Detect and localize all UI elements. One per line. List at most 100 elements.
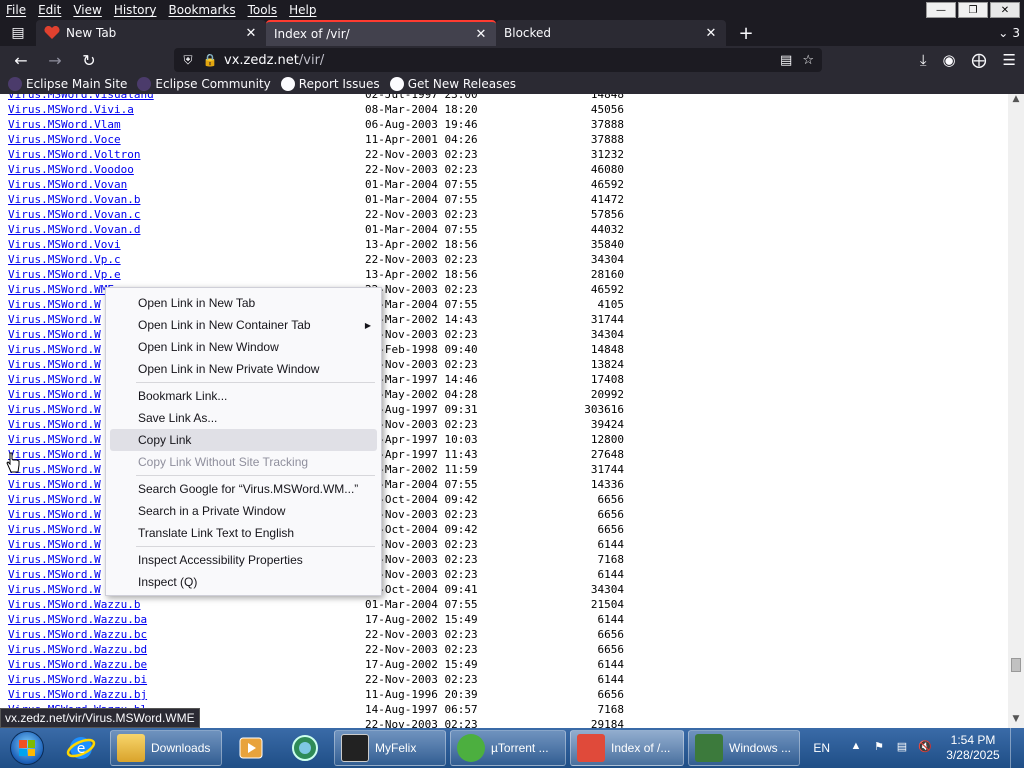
start-button[interactable]: [0, 728, 54, 768]
maximize-button[interactable]: ❐: [958, 2, 988, 18]
taskbar-item-windows[interactable]: Windows ...: [688, 730, 800, 766]
menu-search-google[interactable]: Search Google for “Virus.MSWord.WM...”: [106, 478, 381, 500]
vertical-scrollbar[interactable]: ▲ ▼: [1008, 94, 1024, 728]
url-bar[interactable]: ⛨ 🔒 vx.zedz.net/vir/ ▤ ☆: [174, 48, 822, 72]
file-link[interactable]: Virus.MSWord.Voltron: [8, 148, 140, 161]
menu-inspect-accessibility[interactable]: Inspect Accessibility Properties: [106, 549, 381, 571]
action-center-flag-icon[interactable]: ⚑: [871, 740, 887, 756]
file-link[interactable]: Virus.MSWord.Vovan.d: [8, 223, 140, 236]
file-link[interactable]: Virus.MSWord.W: [8, 508, 101, 521]
volume-muted-icon[interactable]: 🔇: [917, 740, 933, 756]
show-desktop-button[interactable]: [1010, 728, 1024, 768]
menu-copy-link[interactable]: Copy Link: [110, 429, 377, 451]
scroll-up-arrow-icon[interactable]: ▲: [1008, 94, 1024, 108]
forward-button[interactable]: →: [38, 46, 72, 74]
file-link[interactable]: Virus.MSWord.Vovan.c: [8, 208, 140, 221]
file-link[interactable]: Virus.MSWord.W: [8, 298, 101, 311]
file-link[interactable]: Virus.MSWord.W: [8, 343, 101, 356]
menu-bookmark-link[interactable]: Bookmark Link...: [106, 385, 381, 407]
file-link[interactable]: Virus.MSWord.Vp.e: [8, 268, 121, 281]
file-link[interactable]: Virus.MSWord.Wazzu.ba: [8, 613, 147, 626]
tab-close-icon[interactable]: ✕: [244, 26, 258, 41]
file-link[interactable]: Virus.MSWord.W: [8, 478, 101, 491]
file-link[interactable]: Virus.MSWord.W: [8, 463, 101, 476]
media-player-icon[interactable]: [224, 730, 278, 766]
menu-view[interactable]: View: [67, 3, 107, 17]
file-link[interactable]: Virus.MSWord.W: [8, 403, 101, 416]
menu-open-link-private-window[interactable]: Open Link in New Private Window: [106, 358, 381, 380]
menu-inspect[interactable]: Inspect (Q): [106, 571, 381, 593]
scroll-down-arrow-icon[interactable]: ▼: [1008, 714, 1024, 728]
menu-translate-link-text[interactable]: Translate Link Text to English: [106, 522, 381, 544]
taskbar-item-myfelix[interactable]: MyFelix: [334, 730, 446, 766]
taskbar-item-index-of[interactable]: Index of /...: [570, 730, 684, 766]
file-link[interactable]: Virus.MSWord.W: [8, 553, 101, 566]
file-link[interactable]: Virus.MSWord.W: [8, 373, 101, 386]
menu-open-link-container-tab[interactable]: Open Link in New Container Tab ▶: [106, 314, 381, 336]
file-link[interactable]: Virus.MSWord.W: [8, 418, 101, 431]
file-link[interactable]: Virus.MSWord.W: [8, 493, 101, 506]
file-link[interactable]: Virus.MSWord.W: [8, 313, 101, 326]
tracking-protection-shield-icon[interactable]: ⛨: [180, 53, 196, 68]
file-link[interactable]: Virus.MSWord.W: [8, 583, 101, 596]
network-icon[interactable]: ▤: [894, 740, 910, 756]
minimize-button[interactable]: —: [926, 2, 956, 18]
file-link[interactable]: Virus.MSWord.Vlam: [8, 118, 121, 131]
back-button[interactable]: ←: [4, 46, 38, 74]
menu-search-private-window[interactable]: Search in a Private Window: [106, 500, 381, 522]
hamburger-menu-icon[interactable]: ☰: [1003, 51, 1016, 69]
lock-icon[interactable]: 🔒: [202, 53, 218, 67]
file-link[interactable]: Virus.MSWord.Voce: [8, 133, 121, 146]
file-link[interactable]: Virus.MSWord.W: [8, 538, 101, 551]
file-link[interactable]: Virus.MSWord.W: [8, 448, 101, 461]
tab-close-icon[interactable]: ✕: [704, 26, 718, 41]
file-link[interactable]: Virus.MSWord.Wazzu.bi: [8, 673, 147, 686]
bookmark-get-new-releases[interactable]: Get New Releases: [389, 77, 516, 91]
language-indicator[interactable]: EN: [813, 741, 830, 755]
file-link[interactable]: Virus.MSWord.W: [8, 358, 101, 371]
show-hidden-icons-icon[interactable]: ▲: [848, 740, 864, 756]
tab-close-icon[interactable]: ✕: [474, 27, 488, 42]
bookmark-eclipse-community[interactable]: Eclipse Community: [137, 77, 271, 91]
menu-save-link-as[interactable]: Save Link As...: [106, 407, 381, 429]
file-link[interactable]: Virus.MSWord.Vovi: [8, 238, 121, 251]
menu-history[interactable]: History: [108, 3, 163, 17]
extensions-icon[interactable]: ⨁: [972, 51, 987, 69]
file-link[interactable]: Virus.MSWord.W: [8, 523, 101, 536]
tab-overview-icon[interactable]: ▤: [0, 20, 36, 46]
tab-new-tab[interactable]: New Tab ✕: [36, 20, 266, 46]
taskbar-item-utorrent[interactable]: µTorrent ...: [450, 730, 566, 766]
taskbar-item-downloads[interactable]: Downloads: [110, 730, 222, 766]
scrollbar-thumb[interactable]: [1011, 658, 1021, 672]
bookmark-star-icon[interactable]: ☆: [802, 53, 814, 68]
menu-open-link-new-tab[interactable]: Open Link in New Tab: [106, 292, 381, 314]
file-link[interactable]: Virus.MSWord.W: [8, 328, 101, 341]
downloads-icon[interactable]: ⤓: [920, 51, 927, 69]
menu-open-link-new-window[interactable]: Open Link in New Window: [106, 336, 381, 358]
file-link[interactable]: Virus.MSWord.WME: [8, 283, 114, 296]
new-tab-button[interactable]: +: [732, 20, 760, 46]
file-link[interactable]: Virus.MSWord.W: [8, 433, 101, 446]
close-window-button[interactable]: ✕: [990, 2, 1020, 18]
file-link[interactable]: Virus.MSWord.Wazzu.bd: [8, 643, 147, 656]
file-link[interactable]: Virus.MSWord.Vovan.b: [8, 193, 140, 206]
file-link[interactable]: Virus.MSWord.Vovan: [8, 178, 127, 191]
menu-edit[interactable]: Edit: [32, 3, 67, 17]
menu-tools[interactable]: Tools: [242, 3, 284, 17]
tab-index-of-vir[interactable]: Index of /vir/ ✕: [266, 20, 496, 46]
reader-view-icon[interactable]: ▤: [780, 53, 792, 68]
file-link[interactable]: Virus.MSWord.Vivi.a: [8, 103, 134, 116]
file-link[interactable]: Virus.MSWord.Visualand: [8, 94, 154, 101]
file-link[interactable]: Virus.MSWord.Wazzu.bc: [8, 628, 147, 641]
clock[interactable]: 1:54 PM 3/28/2025: [940, 733, 1006, 763]
internet-explorer-icon[interactable]: e: [54, 730, 108, 766]
file-link[interactable]: Virus.MSWord.Wazzu.bj: [8, 688, 147, 701]
list-all-tabs-button[interactable]: ⌄ 3: [998, 20, 1020, 46]
file-link[interactable]: Virus.MSWord.W: [8, 568, 101, 581]
menu-bookmarks[interactable]: Bookmarks: [163, 3, 242, 17]
file-link[interactable]: Virus.MSWord.Wazzu.b: [8, 598, 140, 611]
account-icon[interactable]: ◉: [942, 51, 955, 69]
tab-blocked[interactable]: Blocked ✕: [496, 20, 726, 46]
globe-app-icon[interactable]: [278, 730, 332, 766]
menu-file[interactable]: File: [0, 3, 32, 17]
